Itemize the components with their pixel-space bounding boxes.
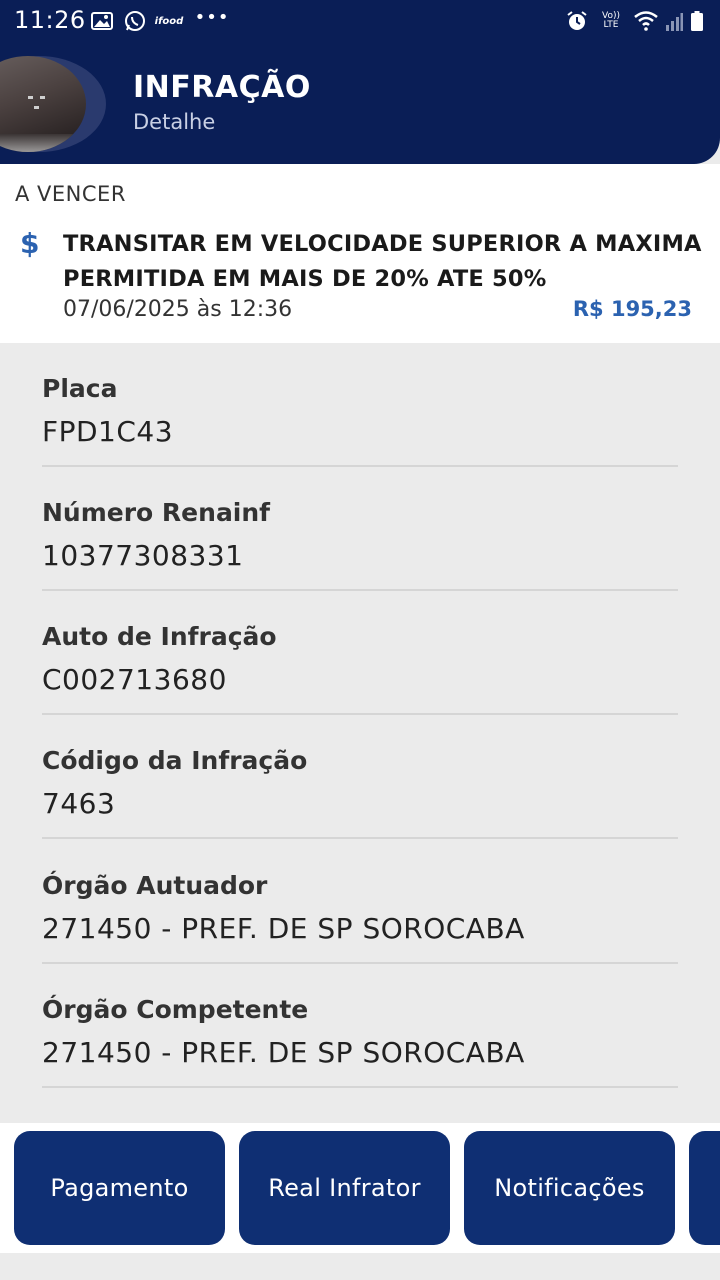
detail-label: Número Renainf (42, 498, 271, 527)
pagamento-button[interactable]: Pagamento (14, 1131, 225, 1245)
status-badge: A VENCER (15, 182, 126, 206)
detail-auto-infracao: Auto de Infração C002713680 (42, 591, 678, 715)
infraction-description: TRANSITAR EM VELOCIDADE SUPERIOR A MAXIM… (63, 231, 702, 292)
volte-bottom: LTE (603, 20, 619, 30)
detail-orgao-autuador: Órgão Autuador 271450 - PREF. DE SP SORO… (42, 840, 678, 964)
photo-detail (40, 96, 45, 99)
detail-value: C002713680 (42, 663, 227, 696)
detail-label: Auto de Infração (42, 622, 277, 651)
detail-value: 271450 - PREF. DE SP SOROCABA (42, 912, 525, 945)
detail-label: Código da Infração (42, 746, 308, 775)
signal-icon (664, 10, 684, 32)
gallery-icon (91, 10, 113, 32)
app-header: INFRAÇÃO Detalhe (0, 42, 720, 164)
detail-value: 10377308331 (42, 539, 244, 572)
wifi-icon (632, 10, 662, 32)
battery-icon (690, 10, 704, 32)
detail-renainf: Número Renainf 10377308331 (42, 467, 678, 591)
infraction-amount: R$ 195,23 (572, 297, 692, 321)
more-actions-button[interactable] (689, 1131, 720, 1245)
detail-label: Órgão Competente (42, 995, 309, 1024)
detail-value: 271450 - PREF. DE SP SOROCABA (42, 1036, 525, 1069)
photo-detail (28, 96, 33, 99)
detail-codigo: Código da Infração 7463 (42, 715, 678, 839)
action-bar: Pagamento Real Infrator Notificações (0, 1123, 720, 1253)
page-subtitle: Detalhe (133, 110, 216, 134)
status-time: 11:26 (14, 6, 86, 34)
alarm-icon (565, 10, 589, 32)
infraction-summary: A VENCER $ TRANSITAR EM VELOCIDADE SUPER… (0, 164, 720, 343)
detail-value: 7463 (42, 787, 116, 820)
volte-icon: Vo)) LTE (598, 10, 624, 32)
page-title: INFRAÇÃO (133, 70, 311, 105)
whatsapp-icon (123, 10, 147, 32)
notificacoes-button[interactable]: Notificações (464, 1131, 675, 1245)
infraction-datetime: 07/06/2025 às 12:36 (63, 297, 293, 322)
real-infrator-button[interactable]: Real Infrator (239, 1131, 450, 1245)
dollar-icon: $ (20, 227, 40, 260)
detail-label: Órgão Autuador (42, 871, 268, 900)
ifood-icon: ifood (154, 15, 184, 27)
more-icon: ••• (194, 6, 230, 28)
detail-label: Placa (42, 374, 118, 403)
photo-detail (34, 106, 39, 109)
detail-placa: Placa FPD1C43 (42, 343, 678, 467)
status-bar: 11:26 ifood ••• Vo)) LTE (0, 0, 720, 42)
detail-orgao-competente: Órgão Competente 271450 - PREF. DE SP SO… (42, 964, 678, 1088)
detail-value: FPD1C43 (42, 415, 174, 448)
